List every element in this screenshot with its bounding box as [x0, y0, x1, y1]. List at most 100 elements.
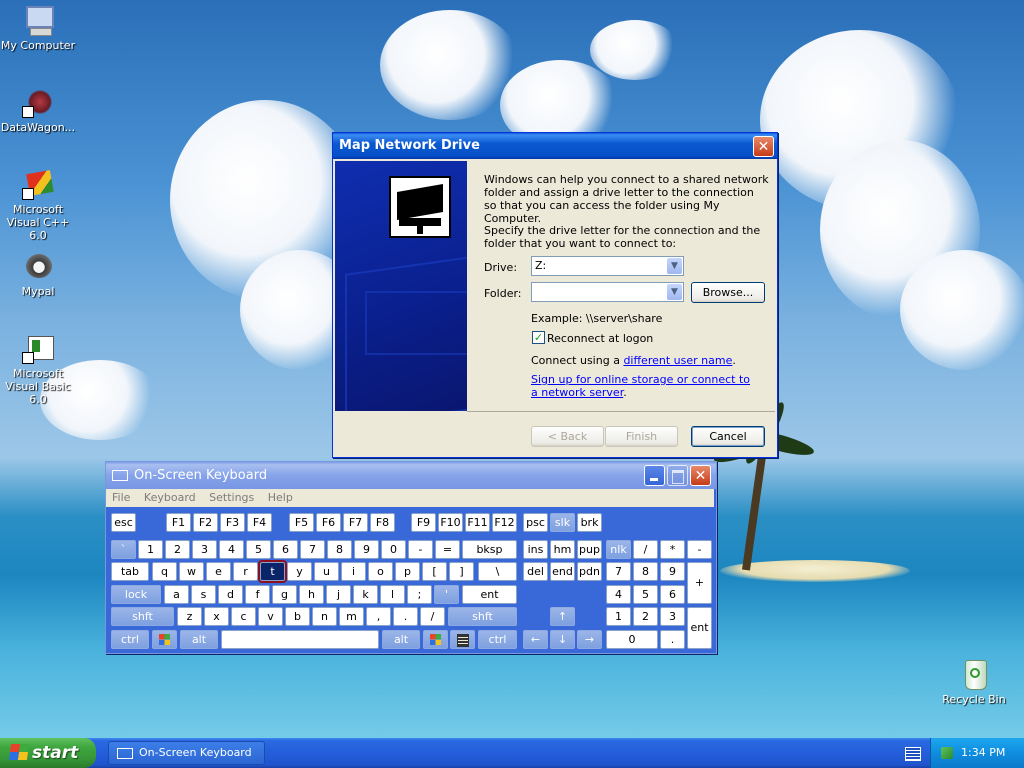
- key-pageup[interactable]: pup: [577, 540, 602, 559]
- key-num-multiply[interactable]: *: [660, 540, 685, 559]
- key-arrow-down[interactable]: ↓: [550, 630, 575, 649]
- chevron-down-icon[interactable]: ▼: [667, 284, 682, 300]
- key-num-3[interactable]: 3: [660, 607, 685, 626]
- key-f1[interactable]: F1: [166, 513, 191, 532]
- key-slk[interactable]: slk: [550, 513, 575, 532]
- key-3[interactable]: 3: [192, 540, 217, 559]
- key-backslash[interactable]: \: [478, 562, 517, 581]
- key-7[interactable]: 7: [300, 540, 325, 559]
- close-button[interactable]: ✕: [753, 136, 774, 157]
- key-f11[interactable]: F11: [465, 513, 490, 532]
- key-brk[interactable]: brk: [577, 513, 602, 532]
- key-f12[interactable]: F12: [492, 513, 517, 532]
- menu-settings[interactable]: Settings: [209, 491, 254, 504]
- key-esc[interactable]: esc: [111, 513, 136, 532]
- key-1[interactable]: 1: [138, 540, 163, 559]
- key-f[interactable]: f: [245, 585, 270, 604]
- key-f5[interactable]: F5: [289, 513, 314, 532]
- key-r[interactable]: r: [233, 562, 258, 581]
- key-right-shift[interactable]: shft: [448, 607, 517, 626]
- key-p[interactable]: p: [395, 562, 420, 581]
- key-2[interactable]: 2: [165, 540, 190, 559]
- key-num-0[interactable]: 0: [606, 630, 658, 649]
- key-f7[interactable]: F7: [343, 513, 368, 532]
- chevron-down-icon[interactable]: ▼: [667, 258, 682, 274]
- key-c[interactable]: c: [231, 607, 256, 626]
- key-backtick[interactable]: `: [111, 540, 136, 559]
- key-j[interactable]: j: [326, 585, 351, 604]
- key-equals[interactable]: =: [435, 540, 460, 559]
- key-f4[interactable]: F4: [247, 513, 272, 532]
- key-u[interactable]: u: [314, 562, 339, 581]
- key-quote[interactable]: ': [434, 585, 459, 604]
- key-semicolon[interactable]: ;: [407, 585, 432, 604]
- menu-file[interactable]: File: [112, 491, 130, 504]
- key-right-ctrl[interactable]: ctrl: [478, 630, 517, 649]
- key-4[interactable]: 4: [219, 540, 244, 559]
- key-left-ctrl[interactable]: ctrl: [111, 630, 149, 649]
- key-num-1[interactable]: 1: [606, 607, 631, 626]
- key-i[interactable]: i: [341, 562, 366, 581]
- menu-help[interactable]: Help: [268, 491, 293, 504]
- key-a[interactable]: a: [164, 585, 189, 604]
- key-numlock[interactable]: nlk: [606, 540, 631, 559]
- tray-keyboard-icon[interactable]: [905, 747, 921, 761]
- start-button[interactable]: start: [0, 738, 96, 768]
- key-right-bracket[interactable]: ]: [449, 562, 474, 581]
- key-e[interactable]: e: [206, 562, 231, 581]
- key-num-6[interactable]: 6: [660, 585, 685, 604]
- key-n[interactable]: n: [312, 607, 337, 626]
- key-arrow-left[interactable]: ←: [523, 630, 548, 649]
- key-enter[interactable]: ent: [462, 585, 517, 604]
- key-l[interactable]: l: [380, 585, 405, 604]
- key-s[interactable]: s: [191, 585, 216, 604]
- key-f9[interactable]: F9: [411, 513, 436, 532]
- key-left-bracket[interactable]: [: [422, 562, 447, 581]
- key-num-divide[interactable]: /: [633, 540, 658, 559]
- back-button[interactable]: < Back: [531, 426, 604, 447]
- key-f8[interactable]: F8: [370, 513, 395, 532]
- key-5[interactable]: 5: [246, 540, 271, 559]
- taskbar-item-osk[interactable]: On-Screen Keyboard: [108, 741, 265, 765]
- key-num-9[interactable]: 9: [660, 562, 685, 581]
- menu-keyboard[interactable]: Keyboard: [144, 491, 196, 504]
- key-end[interactable]: end: [550, 562, 575, 581]
- key-v[interactable]: v: [258, 607, 283, 626]
- cancel-button[interactable]: Cancel: [691, 426, 765, 447]
- key-right-alt[interactable]: alt: [382, 630, 420, 649]
- key-psc[interactable]: psc: [523, 513, 548, 532]
- key-left-windows[interactable]: [152, 630, 177, 649]
- key-9[interactable]: 9: [354, 540, 379, 559]
- different-user-name-link[interactable]: different user name: [623, 354, 732, 367]
- key-o[interactable]: o: [368, 562, 393, 581]
- key-t[interactable]: t: [258, 560, 287, 583]
- key-tab[interactable]: tab: [111, 562, 149, 581]
- desktop-icon-mypal[interactable]: Mypal: [0, 250, 78, 298]
- clock[interactable]: 1:34 PM: [961, 746, 1005, 759]
- key-q[interactable]: q: [152, 562, 177, 581]
- key-period[interactable]: .: [393, 607, 418, 626]
- key-d[interactable]: d: [218, 585, 243, 604]
- key-m[interactable]: m: [339, 607, 364, 626]
- key-space[interactable]: [221, 630, 379, 649]
- drive-select[interactable]: Z: ▼: [531, 256, 684, 276]
- key-arrow-up[interactable]: ↑: [550, 607, 575, 626]
- key-h[interactable]: h: [299, 585, 324, 604]
- key-ins[interactable]: ins: [523, 540, 548, 559]
- key-k[interactable]: k: [353, 585, 378, 604]
- key-f3[interactable]: F3: [220, 513, 245, 532]
- key-g[interactable]: g: [272, 585, 297, 604]
- key-slash[interactable]: /: [420, 607, 445, 626]
- key-f6[interactable]: F6: [316, 513, 341, 532]
- key-num-minus[interactable]: -: [687, 540, 712, 559]
- desktop-icon-datawagon[interactable]: DataWagon...: [0, 86, 78, 134]
- key-z[interactable]: z: [177, 607, 202, 626]
- key-delete[interactable]: del: [523, 562, 548, 581]
- key-6[interactable]: 6: [273, 540, 298, 559]
- desktop-icon-visual-basic[interactable]: Microsoft Visual Basic 6.0: [0, 332, 78, 406]
- browse-button[interactable]: Browse...: [691, 282, 765, 303]
- osk-titlebar[interactable]: On-Screen Keyboard ✕: [106, 462, 716, 489]
- key-w[interactable]: w: [179, 562, 204, 581]
- reconnect-checkbox[interactable]: ✓: [532, 331, 545, 344]
- minimize-button[interactable]: [644, 465, 665, 486]
